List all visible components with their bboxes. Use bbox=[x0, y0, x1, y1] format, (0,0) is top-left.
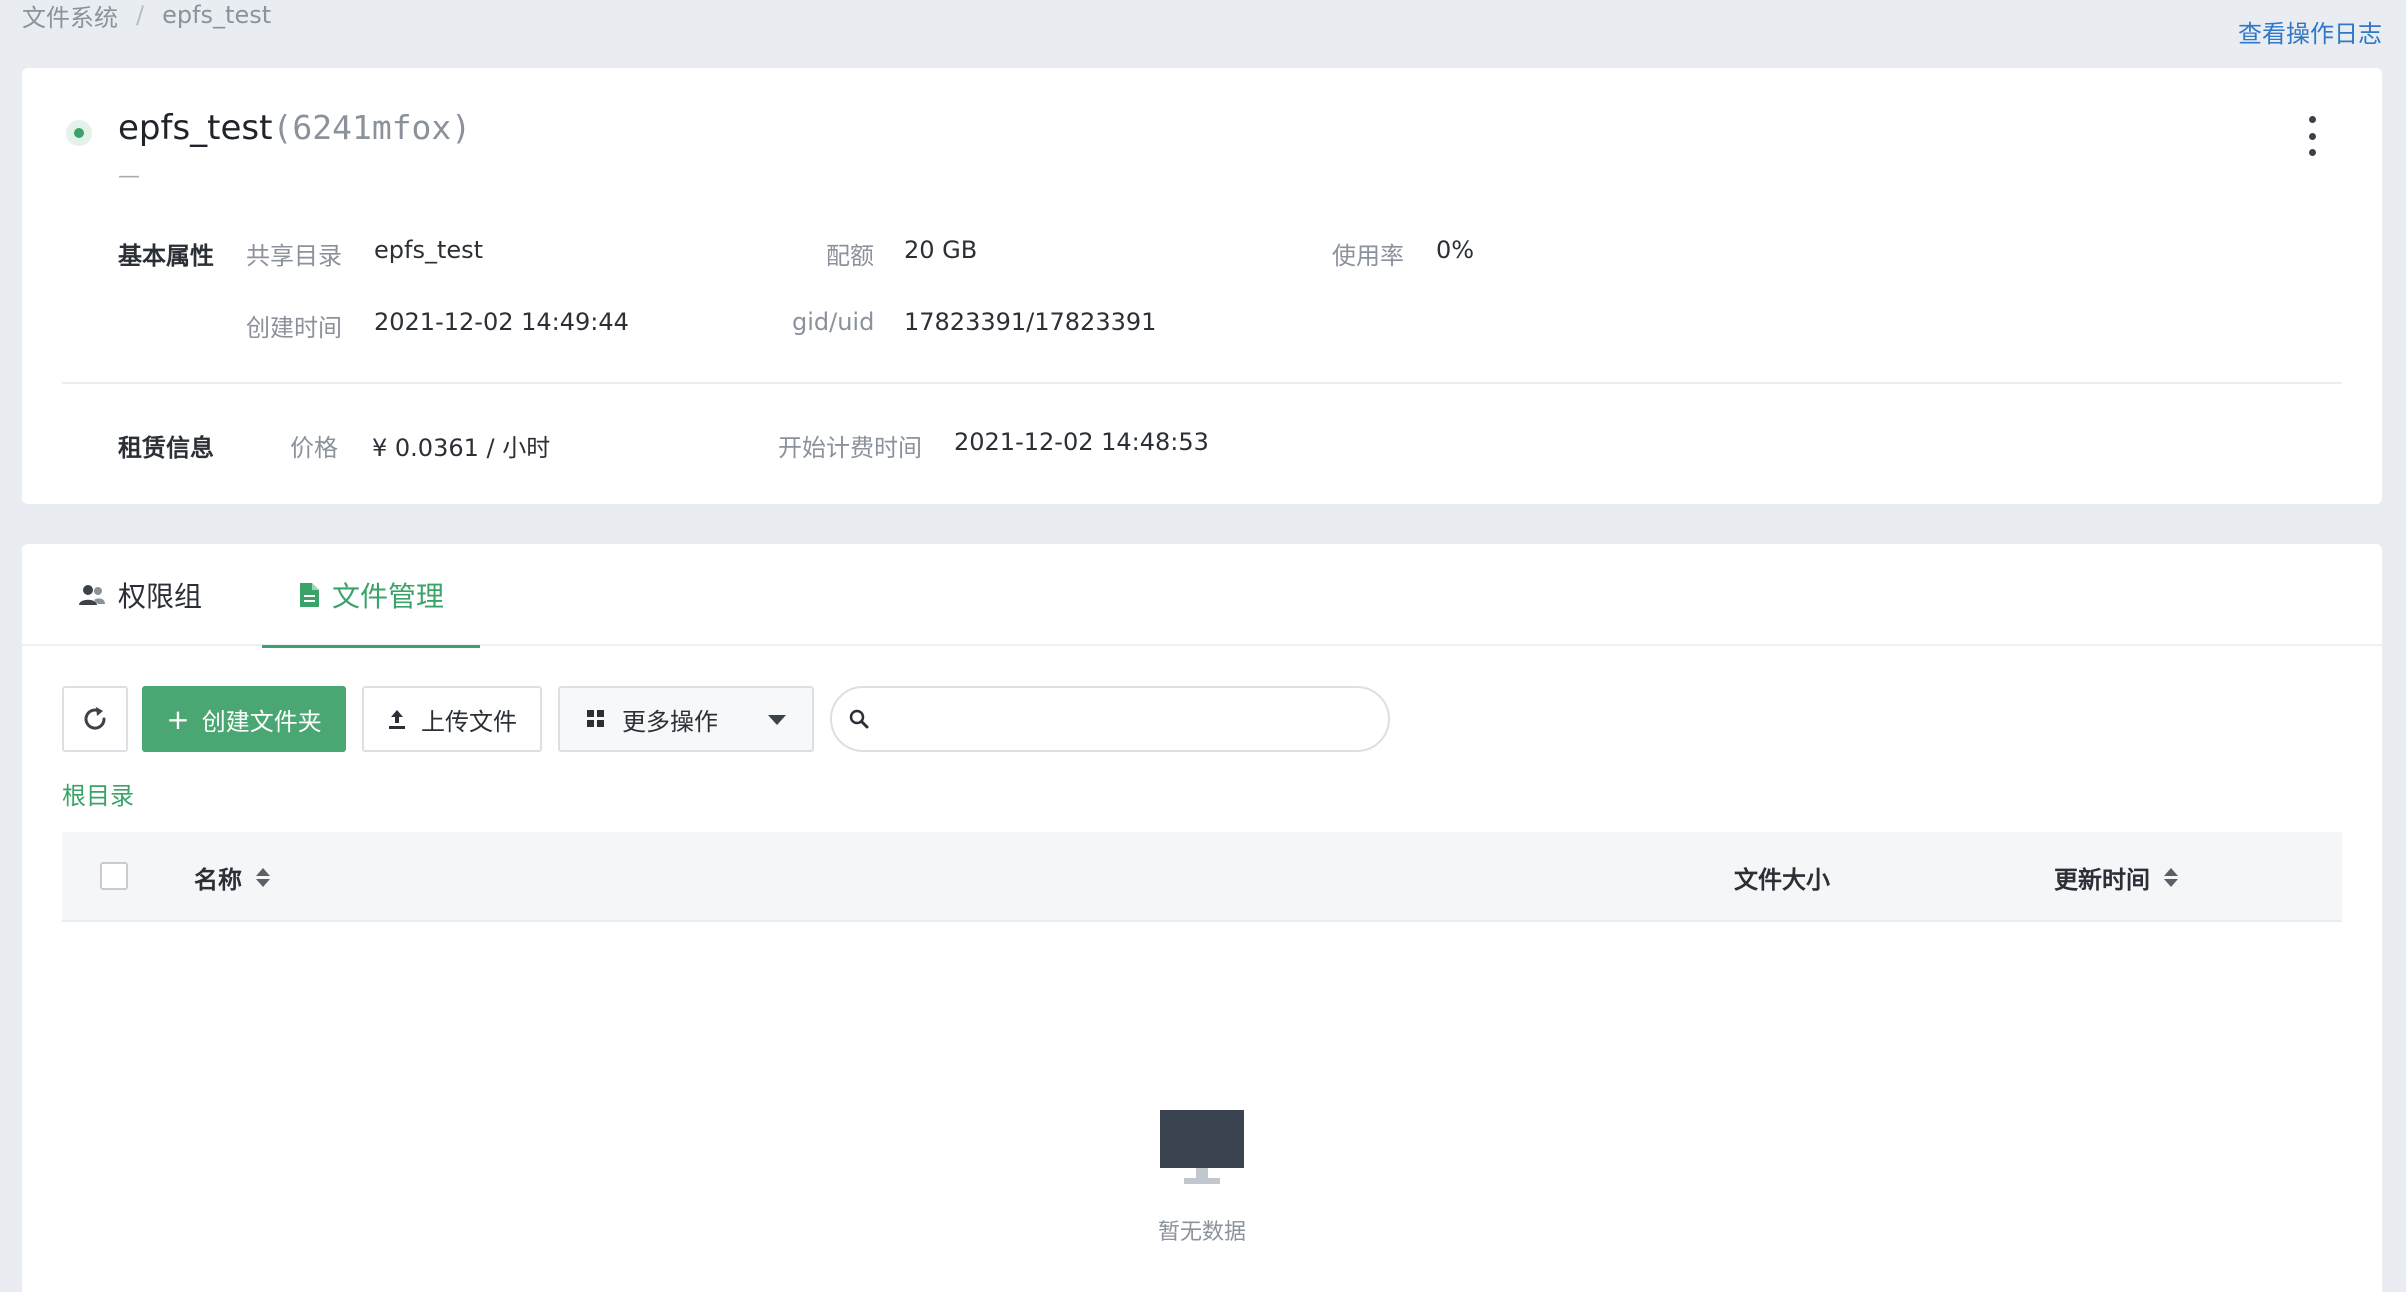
root-directory-link[interactable]: 根目录 bbox=[62, 776, 134, 811]
more-options-button[interactable] bbox=[2300, 116, 2324, 156]
billing-start-value: 2021-12-02 14:48:53 bbox=[954, 428, 1209, 456]
select-all-checkbox[interactable] bbox=[100, 862, 128, 890]
column-name-label: 名称 bbox=[194, 865, 242, 894]
refresh-icon bbox=[84, 707, 106, 730]
sort-icon bbox=[2164, 867, 2178, 887]
column-updated-time-label: 更新时间 bbox=[2054, 865, 2150, 894]
created-time-value: 2021-12-02 14:49:44 bbox=[374, 308, 629, 336]
price-label: 价格 bbox=[290, 434, 338, 462]
divider bbox=[62, 382, 2342, 384]
price-value: ¥ 0.0361 / 小时 bbox=[372, 434, 551, 462]
column-updated-time[interactable]: 更新时间 bbox=[2054, 832, 2178, 922]
empty-state: 暂无数据 bbox=[1138, 1108, 1266, 1246]
view-operation-log-link[interactable]: 查看操作日志 bbox=[2238, 14, 2382, 49]
billing-start-label: 开始计费时间 bbox=[778, 434, 922, 462]
created-time-label: 创建时间 bbox=[246, 314, 342, 342]
more-actions-label: 更多操作 bbox=[622, 707, 718, 736]
quota-value: 20 GB bbox=[904, 236, 978, 264]
refresh-button[interactable] bbox=[62, 686, 128, 752]
filesystem-description: — bbox=[118, 164, 140, 189]
monitor-icon bbox=[1160, 1110, 1244, 1184]
grid-icon bbox=[587, 710, 604, 727]
document-icon bbox=[299, 582, 319, 607]
search-input[interactable] bbox=[880, 694, 1388, 744]
empty-text: 暂无数据 bbox=[1157, 1220, 1246, 1245]
filesystem-id: (6241mfox) bbox=[272, 108, 472, 147]
search-icon bbox=[849, 709, 869, 729]
gid-uid-value: 17823391/17823391 bbox=[904, 308, 1157, 336]
usage-label: 使用率 bbox=[1332, 242, 1404, 270]
upload-file-label: 上传文件 bbox=[421, 707, 517, 736]
basic-attributes-title: 基本属性 bbox=[118, 242, 214, 270]
filesystem-title: epfs_test(6241mfox) bbox=[118, 108, 471, 148]
filesystem-name: epfs_test bbox=[118, 108, 273, 148]
more-vertical-icon bbox=[2308, 116, 2316, 123]
tab-label: 权限组 bbox=[118, 580, 203, 613]
users-icon bbox=[79, 585, 105, 605]
search-box[interactable] bbox=[830, 686, 1390, 752]
share-dir-label: 共享目录 bbox=[246, 242, 342, 270]
file-table-header: 名称 文件大小 更新时间 bbox=[62, 832, 2342, 922]
breadcrumb-separator: / bbox=[136, 1, 145, 29]
breadcrumb-root-link[interactable]: 文件系统 bbox=[22, 0, 118, 33]
filesystem-info-card: epfs_test(6241mfox) — 基本属性 共享目录 epfs_tes… bbox=[22, 68, 2382, 504]
breadcrumb-current: epfs_test bbox=[162, 1, 272, 29]
quota-label: 配额 bbox=[826, 242, 874, 270]
more-actions-dropdown[interactable]: 更多操作 bbox=[558, 686, 814, 752]
sort-icon bbox=[256, 867, 270, 887]
lease-info-title: 租赁信息 bbox=[118, 434, 214, 462]
tab-bar: 权限组 文件管理 bbox=[22, 544, 2382, 648]
create-folder-button[interactable]: + 创建文件夹 bbox=[142, 686, 346, 752]
gid-uid-label: gid/uid bbox=[792, 308, 875, 336]
share-dir-value: epfs_test bbox=[374, 236, 484, 264]
page: 文件系统 / epfs_test 查看操作日志 epfs_test(6241mf… bbox=[0, 0, 2406, 1292]
tab-file-management[interactable]: 文件管理 bbox=[262, 544, 480, 648]
usage-value: 0% bbox=[1436, 236, 1475, 264]
column-size-label: 文件大小 bbox=[1734, 865, 1830, 894]
column-name[interactable]: 名称 bbox=[194, 832, 270, 922]
upload-file-button[interactable]: 上传文件 bbox=[362, 686, 542, 752]
plus-icon: + bbox=[166, 702, 190, 736]
breadcrumb: 文件系统 / epfs_test bbox=[22, 0, 272, 33]
create-folder-label: 创建文件夹 bbox=[201, 707, 322, 736]
upload-icon bbox=[389, 710, 405, 729]
tab-label: 文件管理 bbox=[331, 579, 444, 613]
tab-permission-group[interactable]: 权限组 bbox=[78, 544, 202, 646]
column-size: 文件大小 bbox=[1734, 832, 1830, 922]
file-management-card: 权限组 文件管理 + 创建文件夹 上传文件 更多操作 根目录 名称 文件大小 更… bbox=[22, 544, 2382, 1292]
caret-down-icon bbox=[768, 715, 786, 725]
status-indicator bbox=[66, 120, 92, 146]
